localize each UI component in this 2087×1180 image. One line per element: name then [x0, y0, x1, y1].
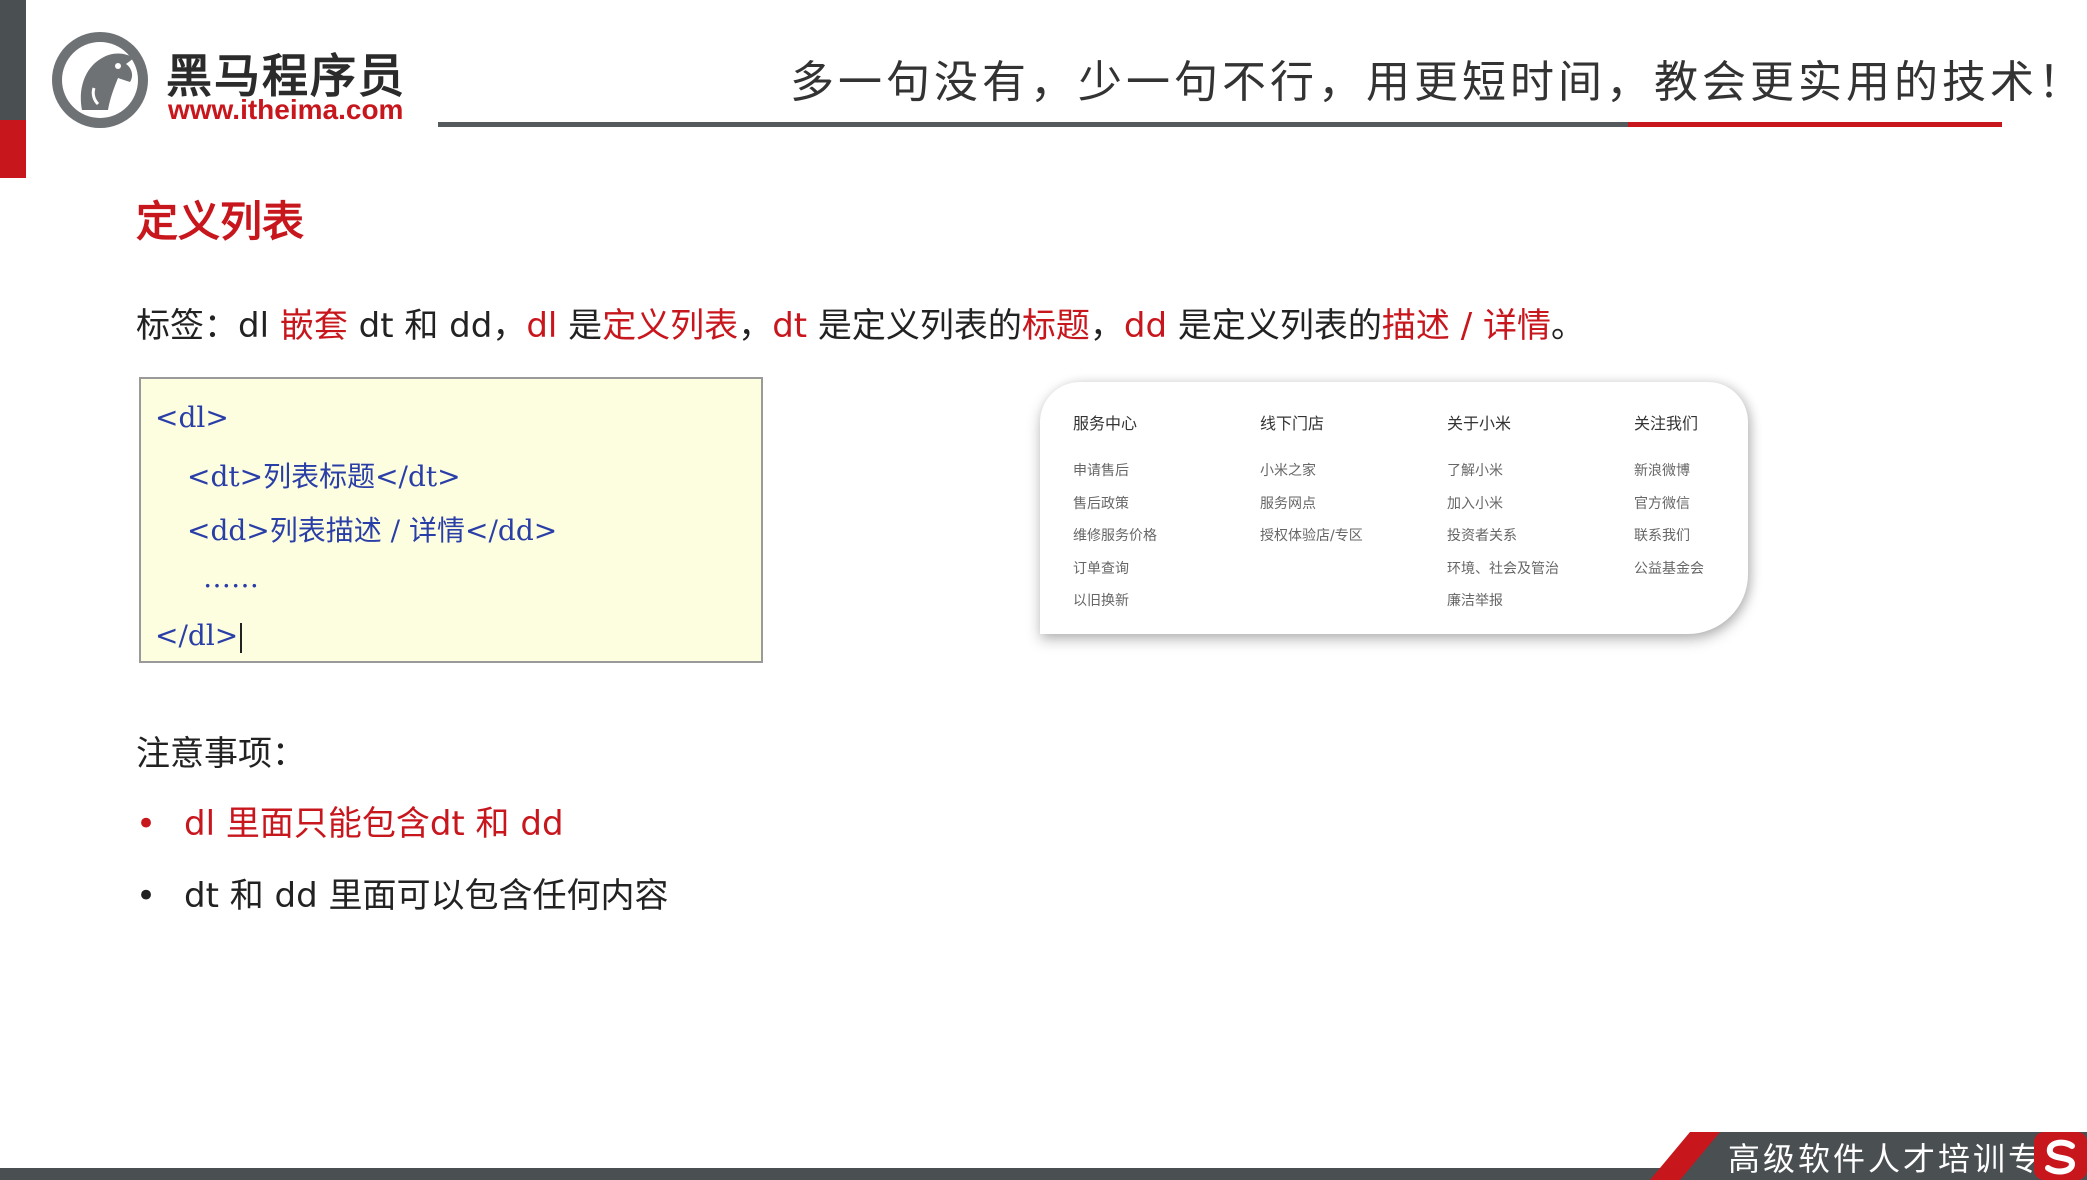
footer-column-heading: 关注我们: [1634, 414, 1699, 433]
brand-logo: 黑马程序员 www.itheima.com: [48, 28, 408, 132]
header-rule-red: [1628, 122, 2002, 127]
footer-link: 廉洁举报: [1447, 593, 1503, 609]
intro-text: 。: [1550, 306, 1585, 346]
footer-link: 以旧换新: [1073, 593, 1129, 609]
intro-text: 是定义列表的: [807, 306, 1022, 346]
note-item: • dl 里面只能包含dt 和 dd: [136, 796, 564, 845]
tagline: 高级软件人才培训专家: [1728, 1140, 2079, 1178]
footer-column-heading: 线下门店: [1260, 414, 1325, 433]
footer-column-stores: 线下门店 小米之家 服务网点 授权体验店/专区: [1260, 410, 1363, 560]
footer-link: 加入小米: [1447, 495, 1503, 512]
code-line-last: </dl>: [155, 619, 243, 653]
note-item: • dt 和 dd 里面可以包含任何内容: [136, 868, 669, 917]
footer-example-image: 服务中心 申请售后 售后政策 维修服务价格 订单查询 以旧换新 线下门店 小米之…: [1040, 382, 1748, 634]
intro-sentence: 标签：dl 嵌套 dt 和 dd，dl 是定义列表，dt 是定义列表的标题，dd…: [136, 298, 1585, 347]
footer-column-heading: 关于小米: [1447, 414, 1512, 433]
intro-text: dt 和 dd，: [347, 306, 527, 346]
bullet: •: [136, 804, 157, 844]
left-edge-gray-bar: [0, 0, 26, 120]
brand-s-icon: [2034, 1132, 2087, 1180]
code-line: <dt>列表标题</dt>: [187, 460, 461, 493]
note-text: dl 里面只能包含dt 和 dd: [184, 804, 564, 844]
intro-text: 标签：dl: [136, 306, 280, 346]
intro-text: 是: [557, 306, 603, 346]
code-line: ……: [203, 561, 259, 594]
text-caret: [240, 622, 243, 653]
footer-link: 投资者关系: [1447, 528, 1517, 544]
intro-text: ，: [738, 306, 773, 346]
footer-link: 售后政策: [1073, 495, 1129, 512]
intro-highlight: dl: [526, 306, 558, 346]
intro-highlight: 嵌套: [279, 306, 348, 346]
footer-link: 订单查询: [1073, 560, 1129, 577]
footer-link: 小米之家: [1260, 463, 1316, 479]
footer-link: 了解小米: [1447, 463, 1503, 479]
intro-highlight: dd: [1123, 306, 1168, 346]
code-line: <dl>: [155, 401, 229, 434]
footer-link: 维修服务价格: [1073, 528, 1157, 544]
brand-url: www.itheima.com: [168, 94, 404, 125]
notes-label: 注意事项：: [136, 734, 306, 774]
note-text: dt 和 dd 里面可以包含任何内容: [184, 876, 669, 916]
footer-link: 官方微信: [1634, 495, 1690, 512]
intro-highlight: 定义列表: [602, 306, 739, 346]
page-title: 定义列表: [136, 197, 305, 246]
footer-column-about: 关于小米 了解小米 加入小米 投资者关系 环境、社会及管治 廉洁举报: [1447, 410, 1559, 625]
intro-text: 是定义列表的: [1167, 306, 1382, 346]
footer-link: 服务网点: [1260, 495, 1316, 512]
intro-highlight: 标题: [1021, 306, 1090, 346]
left-edge-red-bar: [0, 120, 26, 178]
intro-highlight: dt: [772, 306, 808, 346]
intro-text: ，: [1089, 306, 1124, 346]
code-line-text: </dl>: [155, 619, 239, 652]
footer-column-service: 服务中心 申请售后 售后政策 维修服务价格 订单查询 以旧换新: [1073, 410, 1157, 625]
bullet: •: [136, 876, 157, 916]
code-example-box: <dl> <dt>列表标题</dt> <dd>列表描述 / 详情</dd> ………: [139, 377, 763, 663]
footer-column-follow: 关注我们 新浪微博 官方微信 联系我们 公益基金会: [1634, 410, 1704, 592]
slogan: 多一句没有，少一句不行，用更短时间，教会更实用的技术！: [790, 57, 2086, 108]
footer-link: 新浪微博: [1634, 463, 1690, 479]
footer-link: 公益基金会: [1634, 560, 1704, 577]
code-line: <dd>列表描述 / 详情</dd>: [187, 514, 558, 547]
header-rule-gray: [438, 122, 1628, 127]
footer-link: 申请售后: [1073, 463, 1129, 479]
footer-column-heading: 服务中心: [1073, 414, 1138, 433]
intro-highlight: 描述 / 详情: [1381, 306, 1551, 346]
footer-link: 环境、社会及管治: [1447, 560, 1559, 577]
footer-link: 授权体验店/专区: [1260, 528, 1363, 544]
footer-link: 联系我们: [1634, 528, 1690, 544]
horse-head-logo-icon: [52, 32, 148, 128]
